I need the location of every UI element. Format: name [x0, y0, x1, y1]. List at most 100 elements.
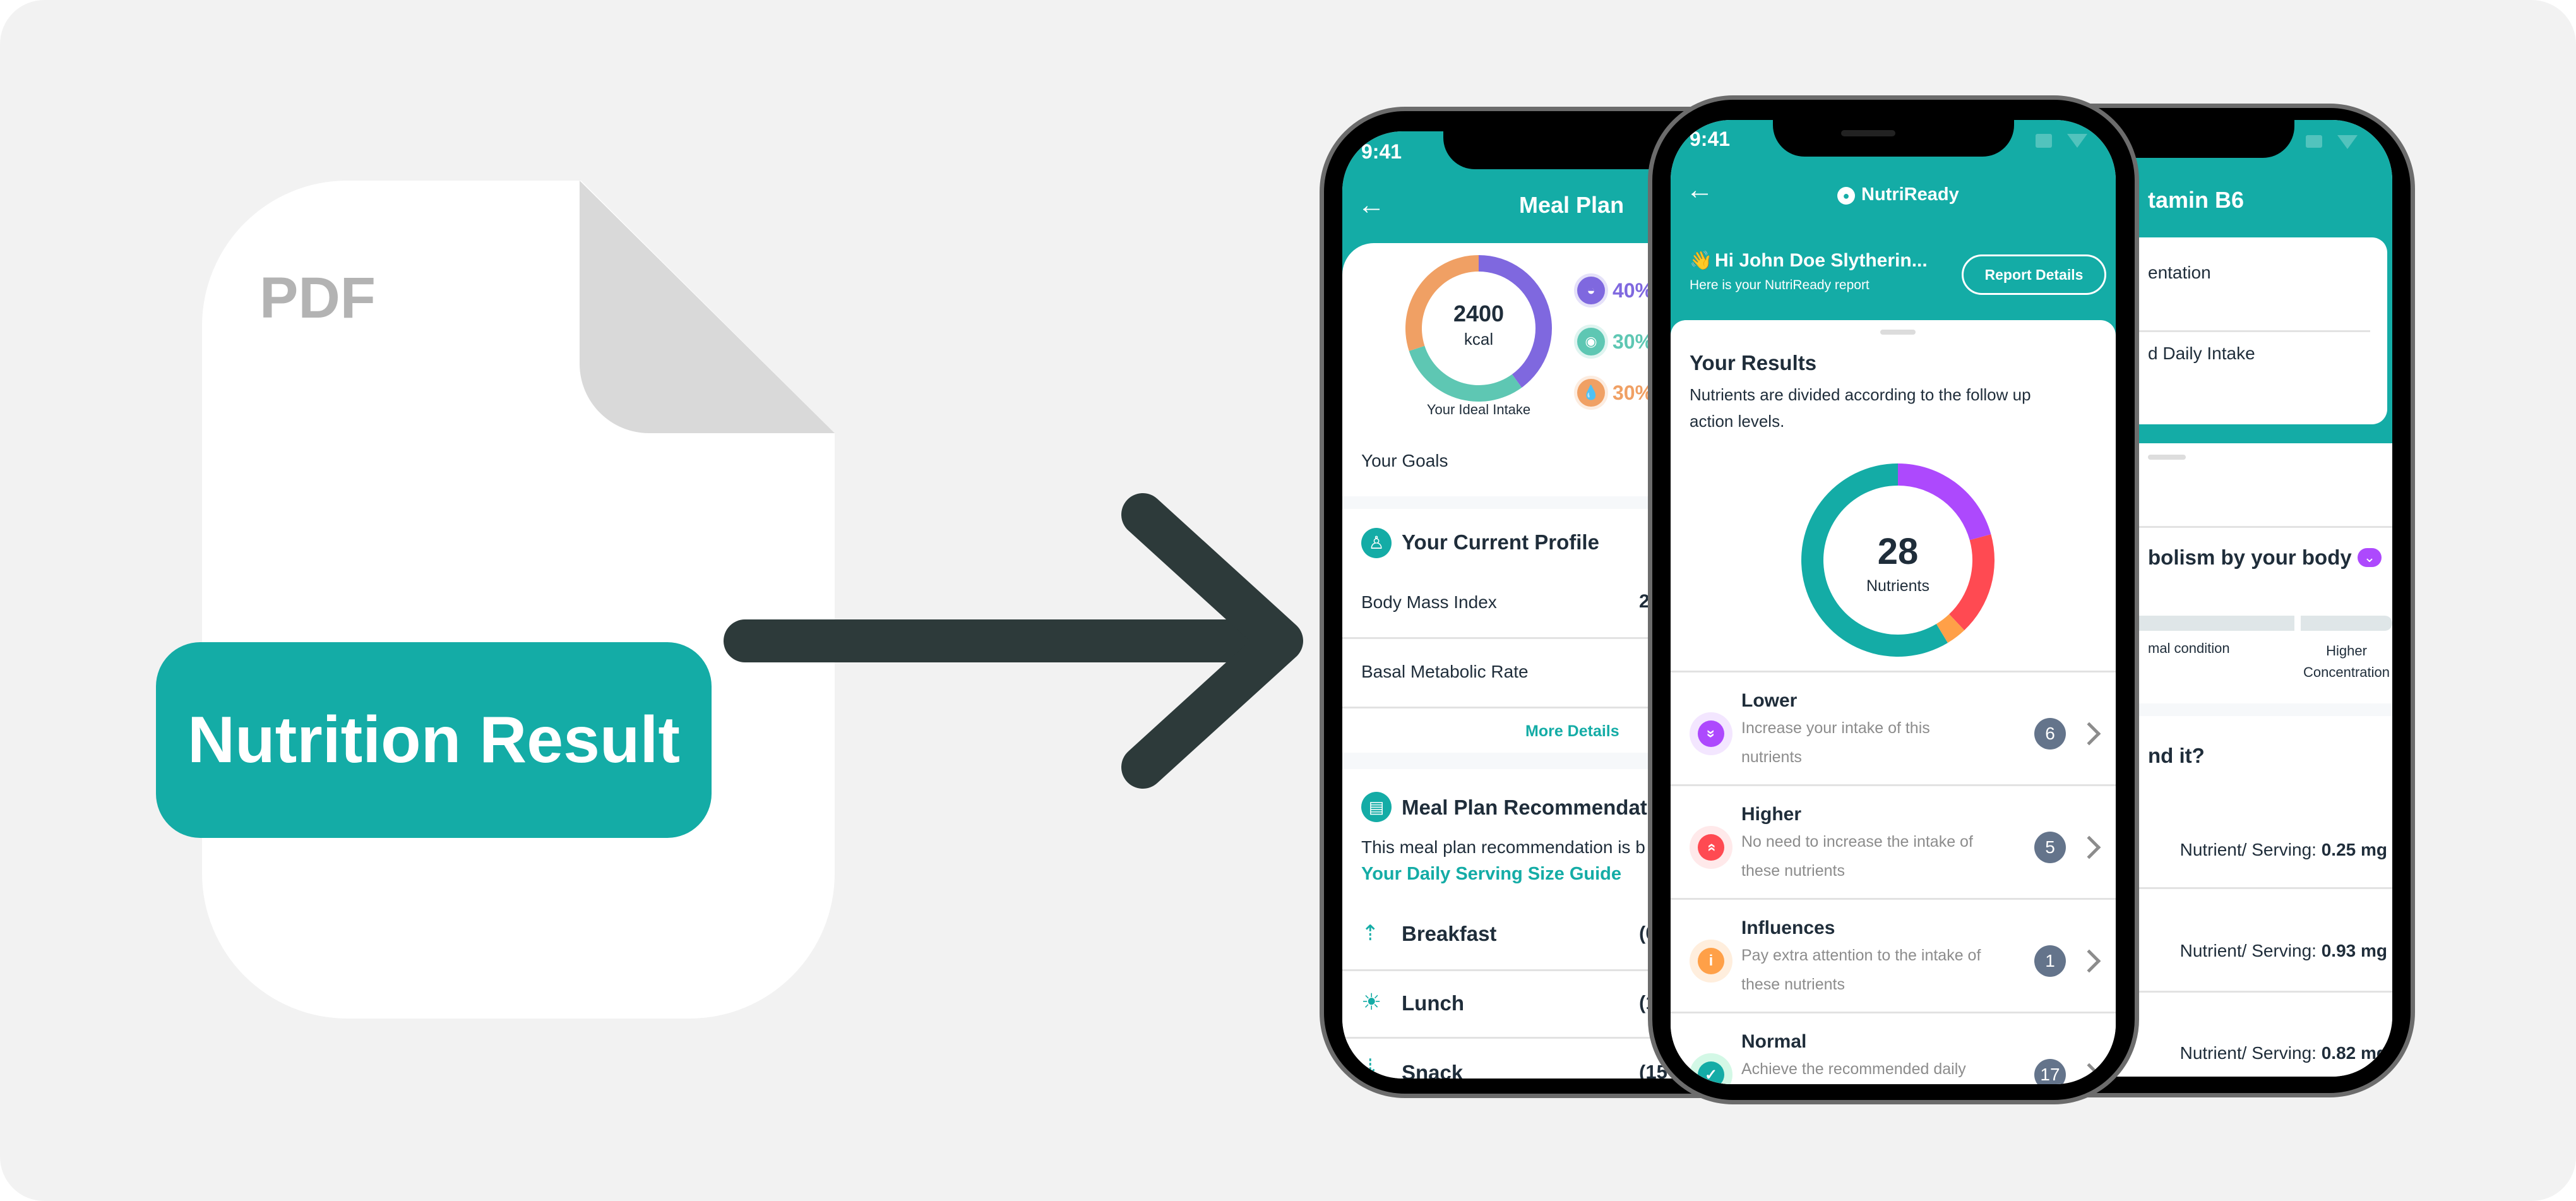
- macro-donut-chart: [1405, 255, 1552, 402]
- serving-value: 0.82 mg: [2321, 1043, 2387, 1063]
- serving-row[interactable]: Nutrient/ Serving: 0.25 mg: [2180, 840, 2387, 860]
- serving-row[interactable]: Nutrient/ Serving: 0.93 mg: [2180, 941, 2387, 961]
- level-row-higher[interactable]: » Higher No need to increase the intake …: [1671, 786, 2116, 898]
- back-arrow-icon[interactable]: ←: [1686, 174, 1714, 206]
- level-icon-halo: »: [1690, 826, 1732, 869]
- results-title: Your Results: [1690, 351, 1817, 374]
- meal-breakfast[interactable]: Breakfast: [1402, 922, 1496, 946]
- level-bar-higher: [2301, 616, 2392, 631]
- notch: [1773, 120, 2014, 157]
- nutrient-total-label: Nutrients: [1866, 577, 1930, 595]
- wave-emoji-icon: 👋: [1690, 251, 1713, 271]
- calorie-value: 2400: [1453, 301, 1505, 326]
- nutriready-logo-icon: ●: [1837, 187, 1855, 205]
- level-description: these nutrients: [1741, 976, 1845, 993]
- macro-percent: 30%: [1613, 330, 1654, 353]
- results-description: Nutrients are divided according to the f…: [1690, 385, 2031, 404]
- speaker: [1841, 130, 1895, 136]
- wifi-icon: [2337, 135, 2358, 149]
- person-icon: ♙: [1361, 528, 1392, 558]
- nutrient-total: 28: [1877, 531, 1919, 572]
- ideal-intake-label: Your Ideal Intake: [1426, 402, 1531, 417]
- drag-handle[interactable]: [2148, 455, 2186, 460]
- level-description: these nutrients: [1741, 862, 1845, 880]
- document-icon: ▤: [1361, 792, 1392, 822]
- chevron-right-icon[interactable]: [2077, 1063, 2101, 1084]
- status-time: 9:41: [1361, 140, 1402, 163]
- serving-row[interactable]: Nutrient/ Serving: 0.82 mg: [2180, 1043, 2387, 1063]
- bmi-label: Body Mass Index: [1361, 592, 1497, 612]
- level-row-influences[interactable]: i Influences Pay extra attention to the …: [1671, 900, 2116, 1012]
- meal-snack[interactable]: Snack: [1402, 1061, 1463, 1079]
- sun-icon: ☀: [1361, 989, 1382, 1015]
- higher-concentration-label: Higher Concentration: [2303, 643, 2390, 680]
- meal-lunch[interactable]: Lunch: [1402, 991, 1464, 1015]
- level-title: Influences: [1741, 917, 1835, 938]
- report-screen: 9:41 ← ● NutriReady 👋 Hi John Doe Slythe…: [1671, 120, 2116, 1084]
- serving-value: 0.93 mg: [2321, 941, 2387, 960]
- level-row-lower[interactable]: » Lower Increase your intake of this nut…: [1671, 672, 2116, 784]
- chevron-right-icon[interactable]: [2077, 835, 2101, 859]
- results-description: action levels.: [1690, 412, 1785, 431]
- level-icon-halo: ✓: [1690, 1053, 1732, 1084]
- level-title: Lower: [1741, 690, 1798, 711]
- serving-guide-link[interactable]: Your Daily Serving Size Guide: [1361, 864, 1621, 885]
- serving-value: 0.25 mg: [2321, 840, 2387, 859]
- greeting-subtitle: Here is your NutriReady report: [1690, 278, 1869, 292]
- level-description: nutrients: [1741, 748, 1802, 766]
- level-count-badge: 17: [2034, 1059, 2066, 1084]
- level-normal-icon: ✓: [1698, 1061, 1724, 1084]
- chevron-right-icon[interactable]: [2077, 722, 2101, 746]
- more-details-link[interactable]: More Details: [1525, 722, 1619, 741]
- serving-label: Nutrient/ Serving:: [2179, 840, 2317, 859]
- wifi-icon: [2067, 134, 2087, 148]
- normal-condition-label: mal condition: [2148, 640, 2230, 656]
- recommendation-title: Meal Plan Recommendatio: [1402, 796, 1666, 819]
- level-title: Normal: [1741, 1031, 1807, 1052]
- concentration-row: entation: [2148, 263, 2211, 282]
- level-icon-halo: i: [1690, 940, 1732, 983]
- greeting: Hi John Doe Slytherin...: [1715, 250, 1928, 271]
- back-arrow-icon[interactable]: ←: [1357, 189, 1385, 221]
- macro-percent: 30%: [1613, 381, 1654, 404]
- level-icon-halo: »: [1690, 712, 1732, 755]
- macro-1-icon: ◉: [1577, 328, 1605, 356]
- calorie-unit: kcal: [1464, 330, 1494, 349]
- serving-label: Nutrient/ Serving:: [2179, 941, 2317, 960]
- app-name: NutriReady: [1861, 184, 1959, 205]
- signal-icon: [2036, 134, 2052, 148]
- drag-handle[interactable]: [1880, 330, 1916, 335]
- signal-icon: [2306, 135, 2322, 148]
- level-higher-icon: »: [1698, 834, 1724, 861]
- level-count-badge: 1: [2034, 945, 2066, 977]
- level-row-normal[interactable]: ✓ Normal Achieve the recommended daily 1…: [1671, 1013, 2116, 1084]
- level-bar-normal: [2137, 616, 2294, 631]
- level-description: No need to increase the intake of: [1741, 833, 1973, 851]
- macro-segment-1: [1409, 345, 1522, 402]
- level-description: Pay extra attention to the intake of: [1741, 947, 1981, 964]
- sunset-icon: ⇣: [1361, 1055, 1380, 1079]
- status-time: 9:41: [1690, 128, 1731, 150]
- level-influences-icon: i: [1698, 948, 1724, 974]
- divider: [2137, 330, 2370, 332]
- page-title: tamin B6: [2148, 187, 2245, 213]
- level-count-badge: 5: [2034, 832, 2066, 863]
- macro-percent: 40%: [1613, 279, 1654, 302]
- level-lower-icon: »: [1698, 720, 1724, 747]
- daily-intake-row: d Daily Intake: [2148, 344, 2255, 363]
- level-title: Higher: [1741, 804, 1802, 825]
- level-description: Increase your intake of this: [1741, 719, 1930, 737]
- profile-title: Your Current Profile: [1402, 530, 1599, 554]
- find-it-title: nd it?: [2148, 744, 2205, 767]
- sunrise-icon: ⇡: [1361, 921, 1380, 945]
- donut-segment-lower: [1898, 463, 1991, 541]
- chevron-right-icon[interactable]: [2077, 949, 2101, 973]
- goals-label: Your Goals: [1361, 451, 1448, 470]
- report-details-button[interactable]: Report Details: [1962, 254, 2106, 295]
- recommendation-text: This meal plan recommendation is b: [1361, 837, 1645, 857]
- donut-segment-higher: [1949, 534, 1995, 631]
- macro-2-icon: 💧: [1577, 379, 1605, 407]
- level-count-badge: 6: [2034, 718, 2066, 750]
- page-title: Meal Plan: [1519, 192, 1625, 218]
- macro-0-icon: ◒: [1577, 277, 1605, 304]
